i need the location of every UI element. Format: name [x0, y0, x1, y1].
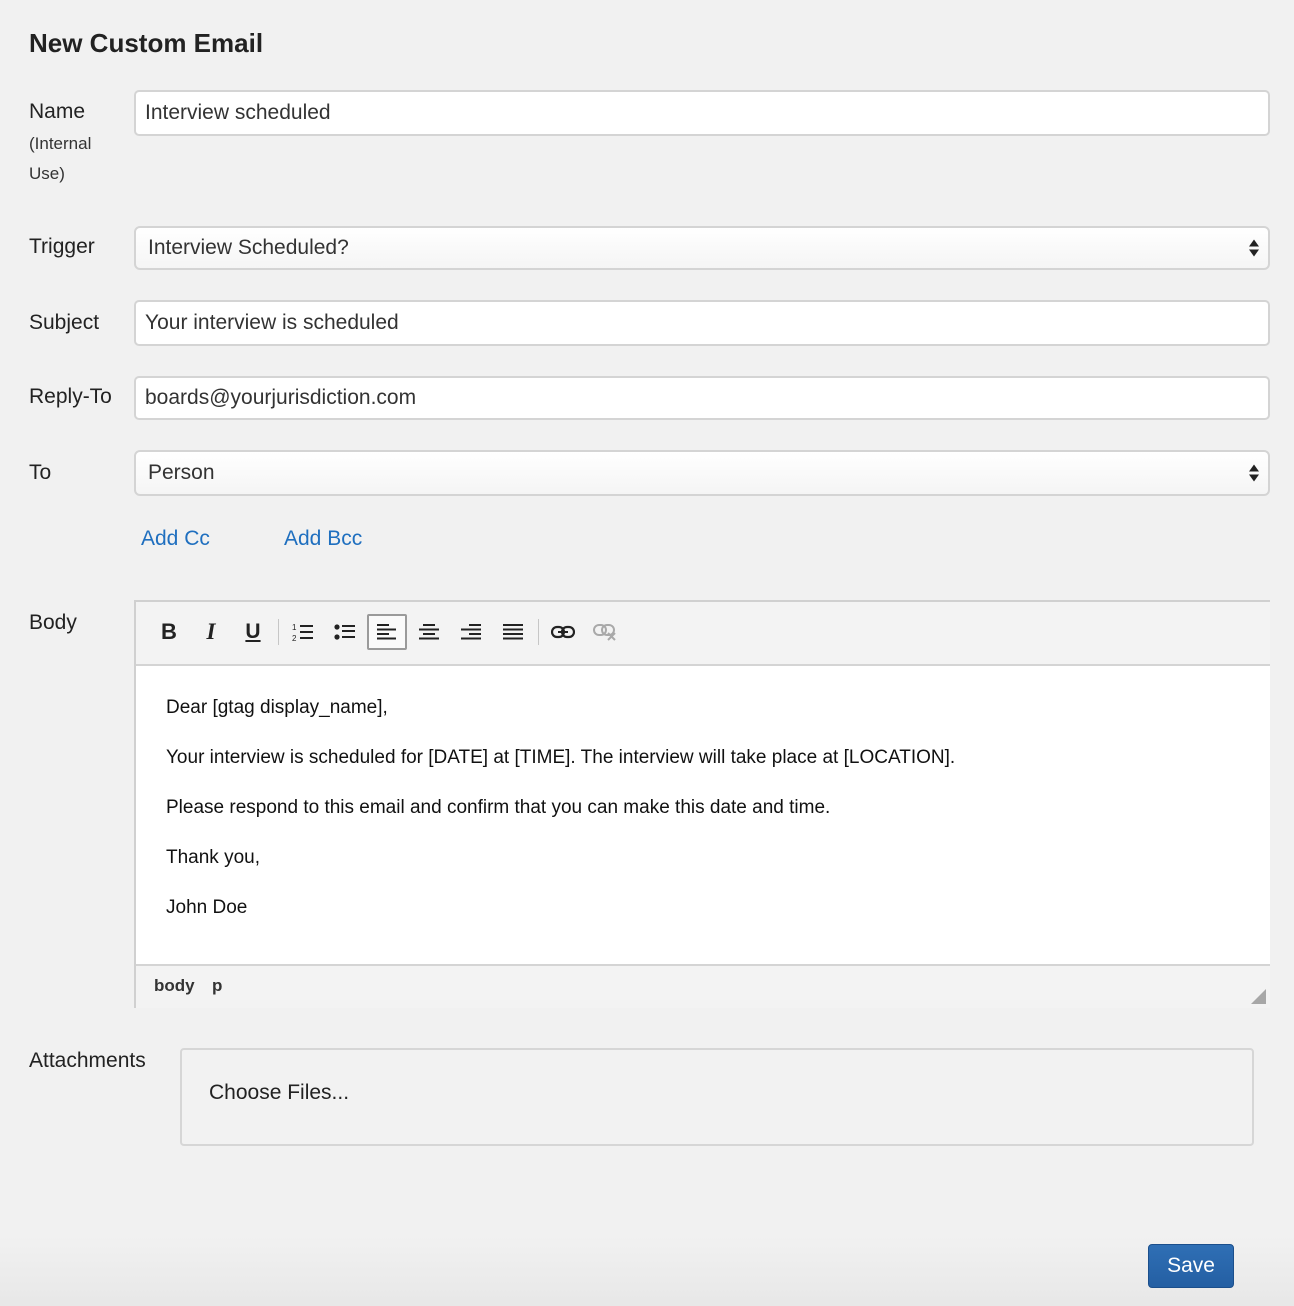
editor-statusbar: body p [136, 964, 1270, 1008]
ordered-list-button[interactable]: 1 2 [283, 614, 323, 650]
editor-content-area[interactable]: Dear [gtag display_name], Your interview… [136, 666, 1270, 964]
bullet-list-button[interactable] [325, 614, 365, 650]
svg-text:1: 1 [292, 623, 297, 632]
body-paragraph: Thank you, [166, 847, 260, 868]
name-sublabel-line1: (Internal [29, 134, 92, 153]
align-justify-button[interactable] [493, 614, 533, 650]
link-icon [551, 625, 575, 639]
attachments-label: Attachments [29, 1049, 146, 1072]
trigger-select[interactable]: Interview Scheduled? [134, 226, 1270, 270]
element-path-p[interactable]: p [212, 976, 222, 996]
rich-text-editor: B I U 1 2 Dear [gtag display_name], Your… [134, 600, 1270, 1008]
attachments-dropzone[interactable]: Choose Files... [180, 1048, 1254, 1146]
bottom-shade [0, 1236, 1294, 1306]
to-label: To [29, 461, 52, 484]
to-selected-value: Person [148, 461, 215, 484]
unlink-icon [593, 624, 616, 641]
element-path-body[interactable]: body [154, 976, 195, 996]
align-right-button[interactable] [451, 614, 491, 650]
editor-toolbar: B I U 1 2 [136, 602, 1270, 666]
align-right-icon [461, 624, 481, 640]
align-left-button[interactable] [367, 614, 407, 650]
underline-button[interactable]: U [233, 614, 273, 650]
trigger-label: Trigger [29, 235, 95, 258]
body-label: Body [29, 611, 77, 634]
align-center-icon [419, 624, 439, 640]
to-select[interactable]: Person [134, 450, 1270, 496]
name-input[interactable] [134, 90, 1270, 136]
name-label: Name [29, 100, 86, 123]
select-arrows-icon [1249, 464, 1259, 482]
subject-input[interactable] [134, 300, 1270, 346]
link-button[interactable] [543, 614, 583, 650]
page-title: New Custom Email [29, 28, 264, 58]
align-center-button[interactable] [409, 614, 449, 650]
name-sublabel-line2: Use) [29, 164, 65, 183]
body-paragraph: Dear [gtag display_name], [166, 697, 388, 718]
italic-button[interactable]: I [191, 614, 231, 650]
add-bcc-link[interactable]: Add Bcc [284, 527, 362, 551]
reply-to-label: Reply-To [29, 385, 112, 408]
subject-label: Subject [29, 311, 100, 334]
body-paragraph: Your interview is scheduled for [DATE] a… [166, 747, 956, 768]
save-button[interactable]: Save [1148, 1244, 1234, 1288]
align-justify-icon [503, 624, 523, 640]
align-left-icon [377, 624, 396, 640]
underline-icon: U [245, 620, 261, 643]
bullet-list-icon [334, 624, 355, 640]
body-paragraph: John Doe [166, 897, 248, 918]
add-cc-link[interactable]: Add Cc [141, 527, 210, 551]
ordered-list-icon: 1 2 [292, 623, 313, 642]
choose-files-button[interactable]: Choose Files... [209, 1081, 349, 1105]
body-paragraph: Please respond to this email and confirm… [166, 797, 831, 818]
italic-icon: I [206, 619, 216, 644]
bold-icon: B [161, 619, 177, 644]
select-arrows-icon [1249, 239, 1259, 257]
svg-text:2: 2 [292, 634, 297, 642]
reply-to-input[interactable] [134, 376, 1270, 420]
trigger-selected-value: Interview Scheduled? [148, 236, 349, 259]
unlink-button[interactable] [585, 614, 625, 650]
bold-button[interactable]: B [149, 614, 189, 650]
resize-handle-icon[interactable] [1251, 989, 1266, 1004]
